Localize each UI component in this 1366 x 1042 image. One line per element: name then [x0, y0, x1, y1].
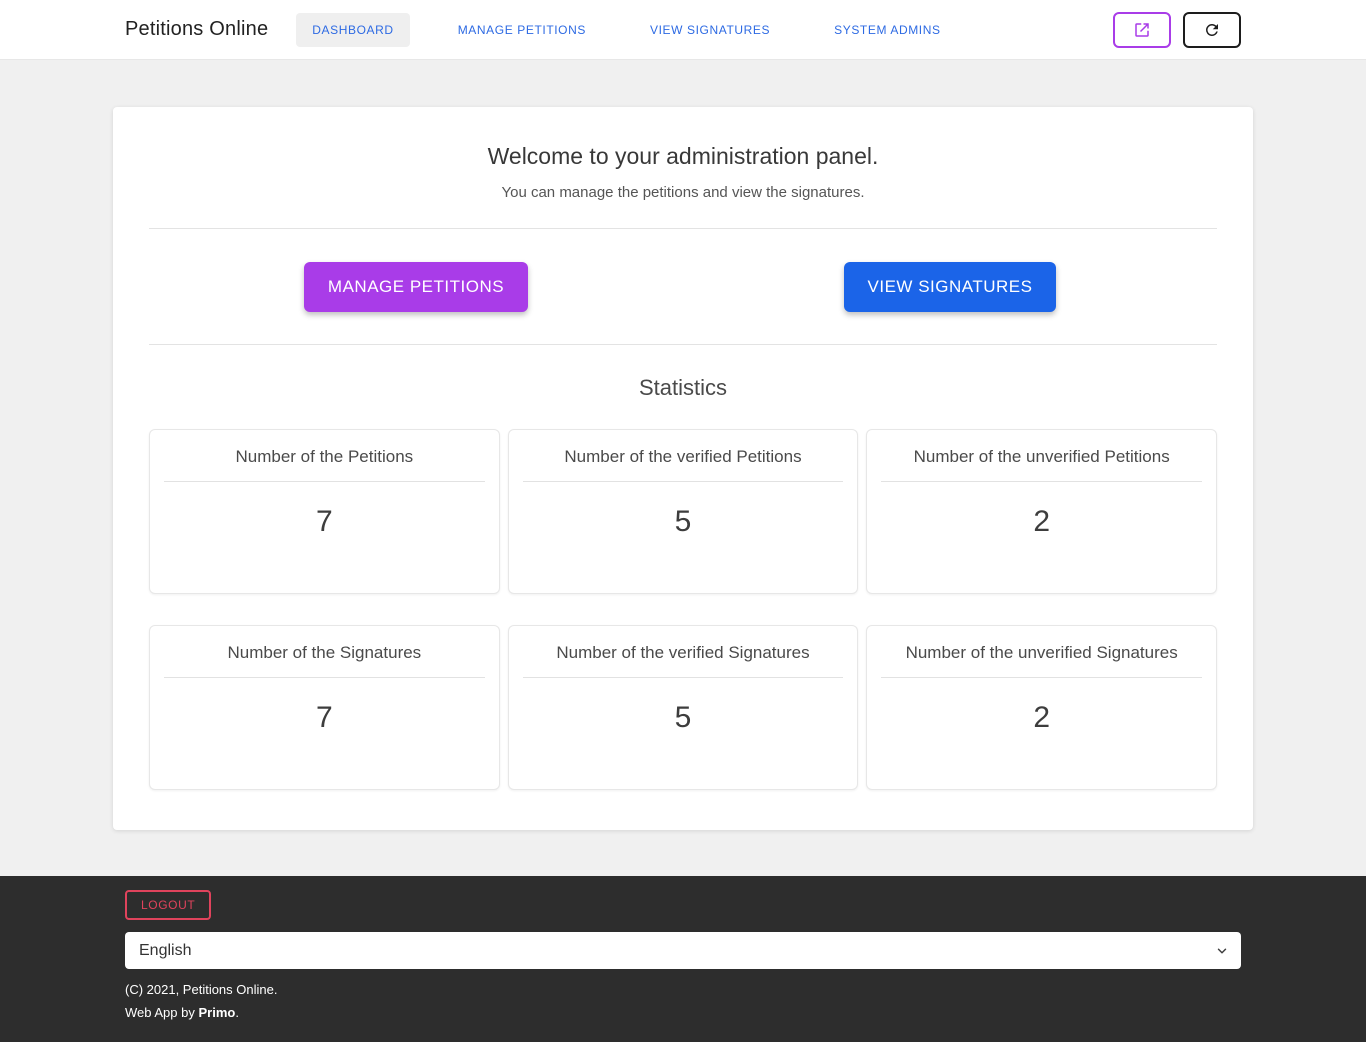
stat-card-value: 7: [315, 700, 333, 734]
credit-name: Primo: [198, 1005, 236, 1020]
copyright-text: (C) 2021, Petitions Online.: [125, 982, 278, 997]
language-select[interactable]: English: [125, 932, 1241, 969]
quick-actions-row: MANAGE PETITIONS VIEW SIGNATURES: [149, 262, 1217, 312]
main-nav: DASHBOARD MANAGE PETITIONS VIEW SIGNATUR…: [296, 12, 956, 47]
welcome-title: Welcome to your administration panel.: [487, 143, 879, 169]
stat-card-signatures: Number of the Signatures 7: [149, 625, 500, 790]
app-brand: Petitions Online: [125, 18, 269, 40]
stat-card-label: Number of the Signatures: [227, 643, 422, 662]
action-column: VIEW SIGNATURES: [683, 262, 1217, 312]
action-column: MANAGE PETITIONS: [149, 262, 683, 312]
top-navbar: Petitions Online DASHBOARD MANAGE PETITI…: [0, 0, 1366, 60]
nav-item-dashboard[interactable]: DASHBOARD: [296, 12, 410, 47]
stat-card-label: Number of the unverified Petitions: [913, 447, 1170, 466]
statistics-heading: Statistics: [638, 375, 728, 400]
external-link-icon: [1133, 21, 1151, 39]
stat-card-label: Number of the unverified Signatures: [905, 643, 1178, 662]
welcome-subtitle: You can manage the petitions and view th…: [501, 184, 865, 201]
refresh-icon: [1203, 21, 1221, 39]
refresh-button[interactable]: [1183, 11, 1241, 48]
admin-panel-card: Welcome to your administration panel. Yo…: [113, 107, 1253, 830]
nav-item-system-admins[interactable]: SYSTEM ADMINS: [818, 13, 956, 47]
divider: [149, 344, 1217, 345]
open-external-button[interactable]: [1113, 11, 1171, 48]
view-signatures-button[interactable]: VIEW SIGNATURES: [843, 262, 1057, 312]
credit-text: Web App by Primo.: [125, 1005, 1241, 1020]
stat-card-value: 2: [1033, 700, 1050, 734]
nav-item-manage-petitions[interactable]: MANAGE PETITIONS: [442, 13, 602, 47]
divider: [149, 228, 1217, 229]
stat-card-unverified-petitions: Number of the unverified Petitions 2: [866, 429, 1217, 594]
stat-card-value: 7: [315, 504, 333, 538]
nav-item-view-signatures[interactable]: VIEW SIGNATURES: [634, 13, 786, 47]
navbar-container: Petitions Online DASHBOARD MANAGE PETITI…: [113, 0, 1253, 59]
page-footer: LOGOUT English (C) 2021, Petitions Onlin…: [0, 876, 1366, 1042]
main-content: Welcome to your administration panel. Yo…: [0, 60, 1366, 876]
stat-card-verified-signatures: Number of the verified Signatures 5: [507, 625, 859, 790]
stat-card-unverified-signatures: Number of the unverified Signatures 2: [866, 625, 1217, 790]
statistics-grid: Number of the Petitions 7 Number of the …: [149, 429, 1217, 790]
logout-button[interactable]: LOGOUT: [125, 890, 212, 920]
language-select-wrap: English: [125, 932, 1241, 969]
stat-card-value: 5: [674, 700, 692, 734]
manage-petitions-button[interactable]: MANAGE PETITIONS: [303, 262, 529, 312]
navbar-actions: [1113, 11, 1241, 48]
stat-card-verified-petitions: Number of the verified Petitions 5: [507, 429, 859, 594]
stat-card-petitions: Number of the Petitions 7: [149, 429, 500, 594]
stat-card-value: 5: [674, 504, 692, 538]
stat-card-label: Number of the verified Petitions: [564, 447, 802, 466]
footer-container: LOGOUT English (C) 2021, Petitions Onlin…: [113, 890, 1253, 1020]
credit-prefix: Web App by: [125, 1005, 199, 1020]
stat-card-label: Number of the Petitions: [235, 447, 414, 466]
stat-card-value: 2: [1033, 504, 1050, 538]
stat-card-label: Number of the verified Signatures: [556, 643, 810, 662]
credit-suffix: .: [235, 1005, 239, 1020]
